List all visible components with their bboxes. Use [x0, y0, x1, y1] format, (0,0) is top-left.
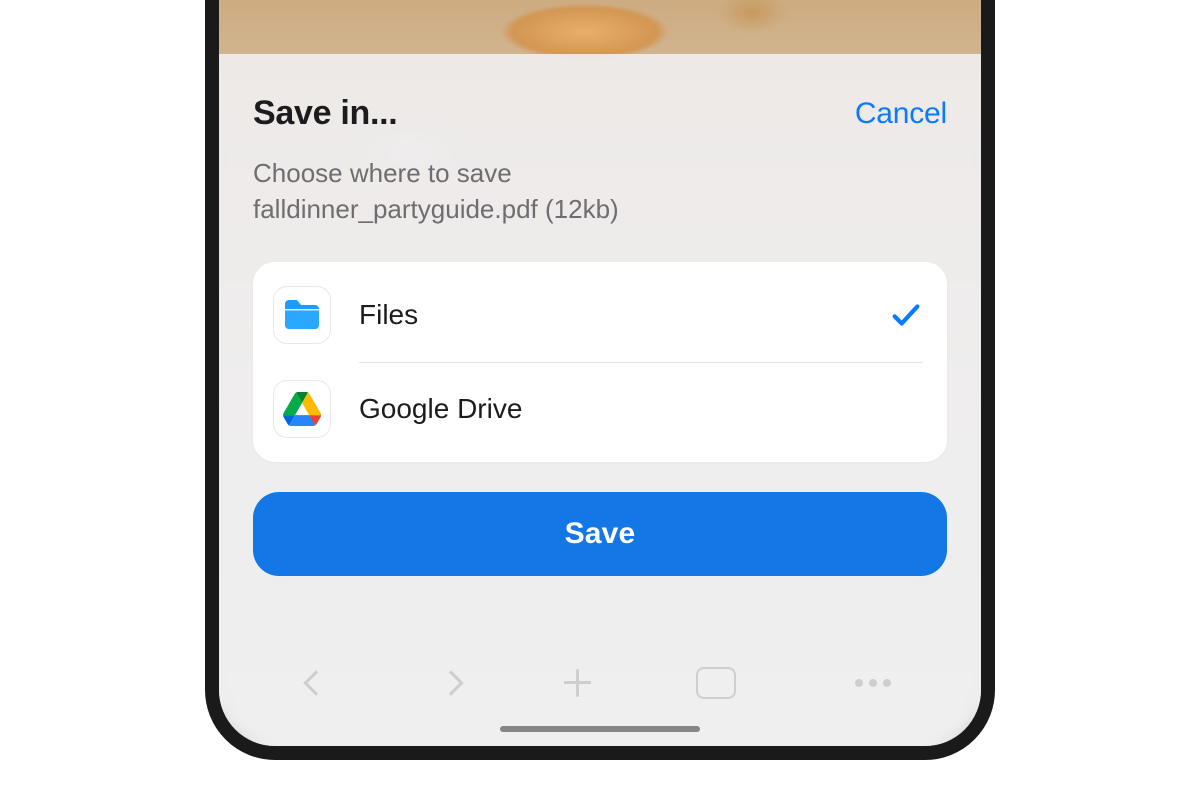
option-label: Google Drive	[359, 393, 923, 425]
file-size: (12kb)	[545, 194, 619, 224]
home-indicator[interactable]	[500, 726, 700, 732]
phone-frame: Save in... Cancel Choose where to save f…	[205, 0, 995, 760]
file-name: falldinner_partyguide.pdf	[253, 194, 538, 224]
sheet-header: Save in... Cancel	[253, 94, 947, 133]
option-files[interactable]: Files	[253, 268, 947, 362]
cancel-button[interactable]: Cancel	[855, 97, 947, 131]
option-label: Files	[359, 299, 889, 331]
sheet-title: Save in...	[253, 94, 397, 133]
sheet-subtitle: Choose where to save falldinner_partygui…	[253, 155, 773, 228]
google-drive-icon	[283, 392, 321, 426]
google-drive-app-icon	[273, 380, 331, 438]
files-icon	[282, 298, 322, 332]
divider	[359, 362, 923, 363]
save-sheet: Save in... Cancel Choose where to save f…	[219, 54, 981, 746]
option-google-drive[interactable]: Google Drive	[253, 362, 947, 456]
save-destination-list: Files Google Drive	[253, 262, 947, 462]
files-app-icon	[273, 286, 331, 344]
save-button[interactable]: Save	[253, 492, 947, 576]
subtitle-prefix: Choose where to save	[253, 158, 512, 188]
checkmark-icon	[889, 298, 923, 332]
